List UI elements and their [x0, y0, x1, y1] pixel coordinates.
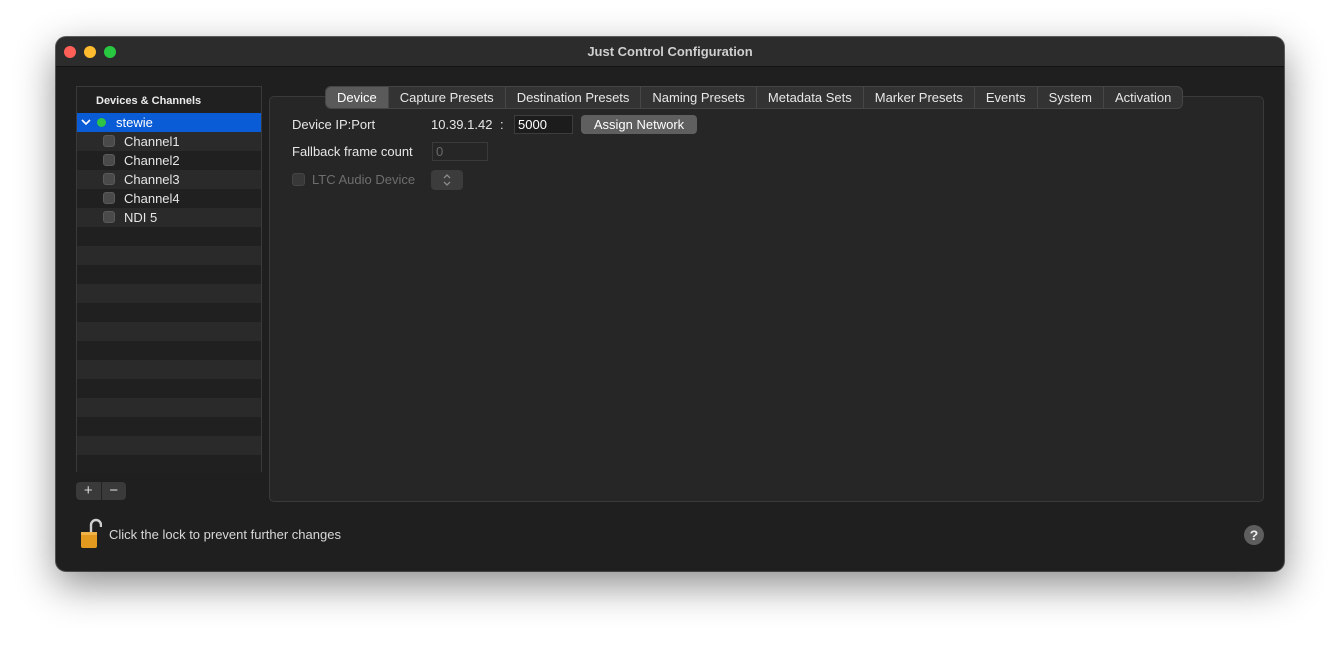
- device-row-stewie[interactable]: stewie: [77, 113, 261, 132]
- ip-port-separator: :: [500, 117, 504, 132]
- remove-button[interactable]: −: [102, 482, 127, 500]
- tab-naming-presets[interactable]: Naming Presets: [641, 87, 757, 108]
- settings-panel: Device IP:Port 10.39.1.42 : 5000 Assign …: [269, 96, 1264, 502]
- ltc-audio-device-popup[interactable]: [431, 170, 463, 190]
- tab-destination-presets[interactable]: Destination Presets: [506, 87, 642, 108]
- tab-system[interactable]: System: [1038, 87, 1104, 108]
- channel-row[interactable]: Channel4: [77, 189, 261, 208]
- channel-checkbox[interactable]: [103, 192, 115, 204]
- channel-checkbox[interactable]: [103, 135, 115, 147]
- empty-row: [77, 417, 261, 436]
- empty-row: [77, 227, 261, 246]
- window-title: Just Control Configuration: [587, 44, 753, 59]
- add-button[interactable]: +: [76, 482, 101, 500]
- sidebar-header: Devices & Channels: [77, 87, 261, 113]
- tab-bar: Device Capture Presets Destination Prese…: [325, 86, 1184, 109]
- channel-name: Channel3: [124, 172, 180, 187]
- port-input[interactable]: 5000: [514, 115, 573, 134]
- fallback-frame-count-input[interactable]: 0: [432, 142, 488, 161]
- channel-row[interactable]: Channel3: [77, 170, 261, 189]
- empty-row: [77, 436, 261, 455]
- devices-channels-list: Devices & Channels stewie Channel1 Chann…: [76, 86, 262, 474]
- ip-port-label: Device IP:Port: [292, 117, 376, 132]
- empty-row: [77, 303, 261, 322]
- ltc-audio-device-label: LTC Audio Device: [312, 172, 416, 187]
- empty-row: [77, 455, 261, 474]
- ltc-audio-device-checkbox[interactable]: [292, 173, 305, 186]
- device-name: stewie: [116, 115, 153, 130]
- channel-name: Channel1: [124, 134, 180, 149]
- empty-row: [77, 265, 261, 284]
- tab-capture-presets[interactable]: Capture Presets: [389, 87, 506, 108]
- lock-hint-text: Click the lock to prevent further change…: [109, 527, 341, 542]
- channel-row[interactable]: Channel1: [77, 132, 261, 151]
- fallback-frame-count-label: Fallback frame count: [292, 144, 413, 159]
- channel-name: Channel2: [124, 153, 180, 168]
- chevron-down-icon[interactable]: [81, 115, 91, 129]
- tab-marker-presets[interactable]: Marker Presets: [864, 87, 975, 108]
- tab-activation[interactable]: Activation: [1104, 87, 1182, 108]
- empty-row: [77, 322, 261, 341]
- up-down-chevron-icon: [443, 174, 451, 186]
- channel-row[interactable]: NDI 5: [77, 208, 261, 227]
- app-window: Just Control Configuration Devices & Cha…: [56, 37, 1284, 571]
- tab-events[interactable]: Events: [975, 87, 1038, 108]
- add-remove-control: + −: [76, 482, 126, 500]
- tab-device[interactable]: Device: [326, 87, 389, 108]
- empty-row: [77, 341, 261, 360]
- channel-checkbox[interactable]: [103, 211, 115, 223]
- channel-row[interactable]: Channel2: [77, 151, 261, 170]
- titlebar: Just Control Configuration: [56, 37, 1284, 67]
- channel-name: Channel4: [124, 191, 180, 206]
- status-online-icon: [97, 118, 106, 127]
- empty-row: [77, 398, 261, 417]
- empty-row: [77, 360, 261, 379]
- help-button[interactable]: ?: [1244, 525, 1264, 545]
- channel-name: NDI 5: [124, 210, 158, 225]
- channel-checkbox[interactable]: [103, 154, 115, 166]
- tab-metadata-sets[interactable]: Metadata Sets: [757, 87, 864, 108]
- empty-row: [77, 246, 261, 265]
- empty-row: [77, 284, 261, 303]
- channel-checkbox[interactable]: [103, 173, 115, 185]
- unlocked-lock-icon[interactable]: [80, 518, 103, 550]
- ip-address-value: 10.39.1.42: [431, 117, 493, 132]
- assign-network-button[interactable]: Assign Network: [581, 115, 697, 134]
- empty-row: [77, 379, 261, 398]
